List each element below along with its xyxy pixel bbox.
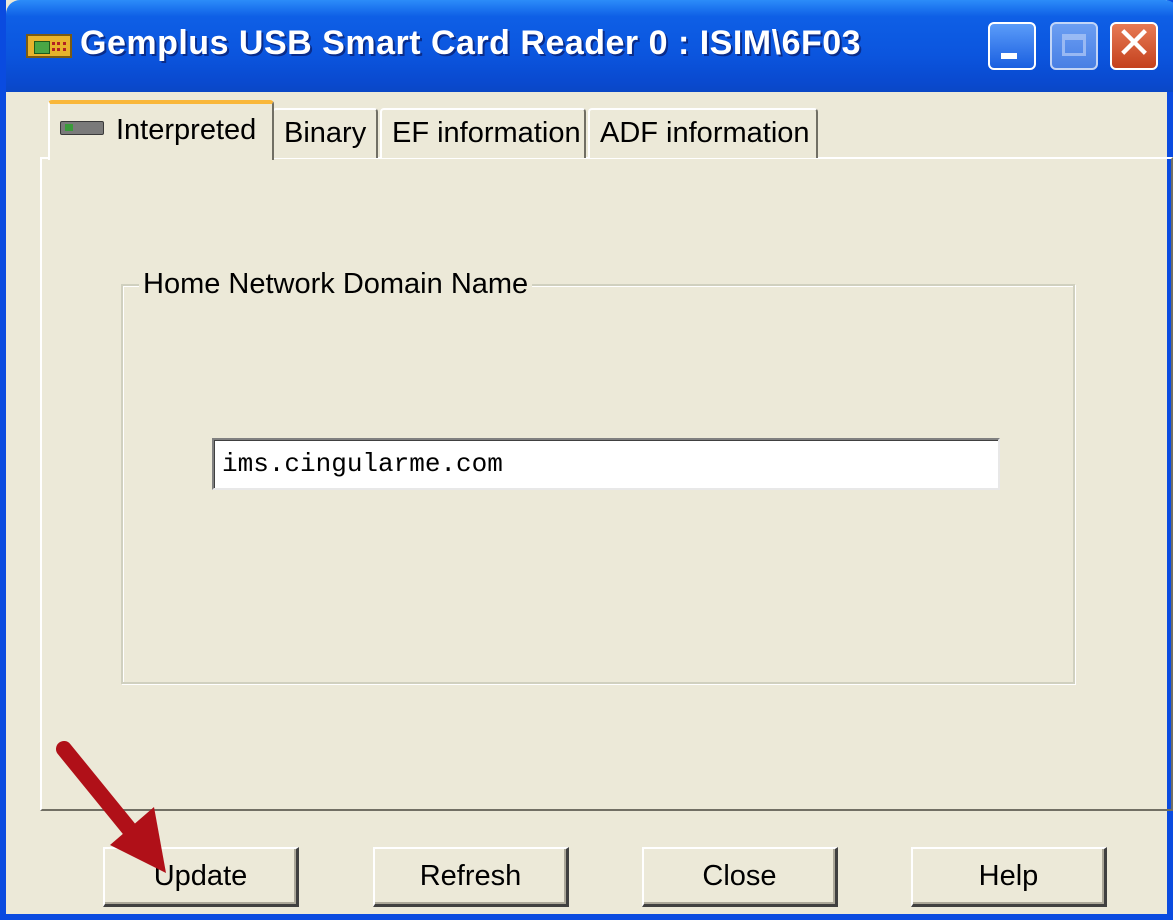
tab-binary-label: Binary: [284, 117, 367, 149]
title-bar[interactable]: Gemplus USB Smart Card Reader 0 : ISIM\6…: [6, 0, 1173, 92]
domain-name-field[interactable]: [212, 438, 1000, 490]
card-reader-icon: [60, 121, 104, 135]
close-button[interactable]: Close: [642, 847, 838, 907]
close-window-button[interactable]: ✕: [1110, 18, 1158, 70]
window-title: Gemplus USB Smart Card Reader 0 : ISIM\6…: [80, 24, 862, 62]
tab-adf-information[interactable]: ADF information: [588, 108, 818, 158]
smart-card-icon: [26, 34, 72, 58]
tab-ef-information[interactable]: EF information: [380, 108, 586, 158]
close-icon: ✕: [1115, 18, 1153, 69]
tab-binary[interactable]: Binary: [272, 108, 378, 158]
tab-ef-information-label: EF information: [392, 117, 581, 149]
maximize-icon: [1062, 34, 1086, 56]
maximize-button: [1050, 22, 1098, 70]
update-button[interactable]: Update: [103, 847, 299, 907]
minimize-icon: [1001, 53, 1017, 59]
minimize-button[interactable]: [988, 22, 1036, 70]
refresh-button[interactable]: Refresh: [373, 847, 569, 907]
tab-adf-information-label: ADF information: [600, 117, 810, 149]
tab-strip: Interpreted Binary EF information ADF in…: [40, 100, 1170, 160]
tab-interpreted[interactable]: Interpreted: [48, 100, 274, 160]
tab-interpreted-label: Interpreted: [116, 114, 257, 146]
dialog-window: Gemplus USB Smart Card Reader 0 : ISIM\6…: [0, 0, 1173, 920]
help-button[interactable]: Help: [911, 847, 1107, 907]
group-label: Home Network Domain Name: [139, 268, 533, 301]
